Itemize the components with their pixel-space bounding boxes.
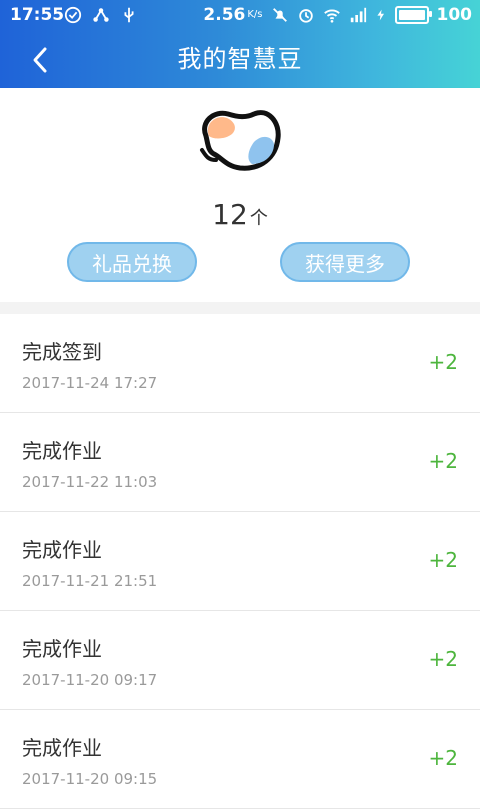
record-points: +2 <box>428 350 458 374</box>
record-name: 完成作业 <box>22 736 102 760</box>
app-bar: 我的智慧豆 <box>0 30 480 88</box>
battery-level: 100 <box>436 5 473 25</box>
list-item[interactable]: 完成作业 2017-11-22 11:03 +2 <box>0 413 480 512</box>
alarm-icon <box>298 9 313 23</box>
record-name: 完成作业 <box>22 538 102 562</box>
battery-icon <box>394 6 432 24</box>
record-list: 完成签到 2017-11-24 17:27 +2 完成作业 2017-11-22… <box>0 314 480 809</box>
wifi-icon <box>323 9 340 23</box>
record-points: +2 <box>428 449 458 473</box>
bean-count-value: 12 <box>212 198 248 231</box>
page-title: 我的智慧豆 <box>177 45 303 73</box>
record-time: 2017-11-24 17:27 <box>22 374 158 392</box>
list-item[interactable]: 完成作业 2017-11-20 09:17 +2 <box>0 611 480 710</box>
list-item[interactable]: 完成作业 2017-11-20 09:15 +2 <box>0 710 480 809</box>
check-circle-icon <box>64 6 82 24</box>
status-bar: 17:55 2.56 K/s 100 <box>0 0 480 30</box>
list-item[interactable]: 完成签到 2017-11-24 17:27 +2 <box>0 314 480 413</box>
list-item[interactable]: 完成作业 2017-11-21 21:51 +2 <box>0 512 480 611</box>
share-nodes-icon <box>93 8 109 22</box>
charging-bolt-icon <box>376 9 384 21</box>
header: 17:55 2.56 K/s 100 我的智慧豆 <box>0 0 480 88</box>
divider <box>0 302 480 314</box>
net-speed: 2.56 <box>203 5 246 25</box>
bean-count: 12 个 <box>0 198 480 231</box>
signal-icon <box>350 7 366 23</box>
status-time: 17:55 <box>10 5 65 25</box>
record-name: 完成作业 <box>22 637 102 661</box>
record-name: 完成作业 <box>22 439 102 463</box>
record-points: +2 <box>428 647 458 671</box>
record-points: +2 <box>428 746 458 770</box>
balance-card: 12 个 礼品兑换 获得更多 <box>0 88 480 302</box>
usb-icon <box>124 7 134 23</box>
record-name: 完成签到 <box>22 340 102 364</box>
record-time: 2017-11-21 21:51 <box>22 572 158 590</box>
bean-icon <box>200 110 281 171</box>
record-points: +2 <box>428 548 458 572</box>
mute-bell-icon <box>272 8 287 22</box>
speed-unit: K/s <box>247 9 263 20</box>
record-time: 2017-11-20 09:17 <box>22 671 158 689</box>
bean-count-unit: 个 <box>249 208 268 229</box>
gift-exchange-button[interactable]: 礼品兑换 <box>67 242 197 282</box>
record-time: 2017-11-20 09:15 <box>22 770 158 788</box>
get-more-button[interactable]: 获得更多 <box>280 242 410 282</box>
record-time: 2017-11-22 11:03 <box>22 473 158 491</box>
